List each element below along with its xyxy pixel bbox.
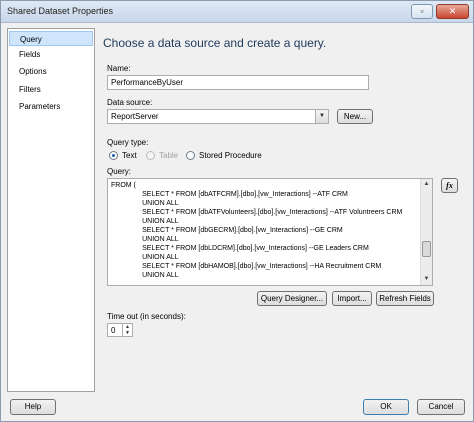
scrollbar-thumb[interactable]	[422, 241, 431, 257]
query-line: SELECT * FROM [dbATFCRM].[dbo].[vw_Inter…	[111, 191, 348, 198]
import-button[interactable]: Import...	[332, 291, 372, 306]
query-line: UNION ALL	[111, 218, 179, 225]
query-line: SELECT * FROM [dbGECRM].[dbo].[vw_Intera…	[111, 227, 343, 234]
sidebar-item-query[interactable]: Query	[9, 31, 93, 46]
expression-button[interactable]: fx	[441, 178, 458, 193]
scroll-up-icon[interactable]: ▲	[421, 179, 432, 190]
query-type-text-radio[interactable]	[109, 151, 118, 160]
ok-button[interactable]: OK	[363, 399, 409, 415]
help-button[interactable]: Help	[10, 399, 56, 415]
maximize-icon: ▫	[420, 6, 424, 16]
query-designer-button[interactable]: Query Designer...	[257, 291, 327, 306]
query-type-text-label[interactable]: Text	[122, 151, 137, 160]
dialog-window: Shared Dataset Properties ▫ ✕ Query Fiel…	[0, 0, 474, 422]
title-bar: Shared Dataset Properties ▫ ✕	[1, 1, 473, 23]
new-data-source-button[interactable]: New...	[337, 109, 373, 124]
query-type-label: Query type:	[107, 138, 149, 147]
query-line: UNION ALL	[111, 236, 179, 243]
cancel-button[interactable]: Cancel	[417, 399, 465, 415]
query-type-stored-procedure-label[interactable]: Stored Procedure	[199, 151, 262, 160]
close-button[interactable]: ✕	[436, 4, 469, 19]
page-heading: Choose a data source and create a query.	[103, 36, 327, 50]
timeout-stepper[interactable]: 0 ▲ ▼	[107, 323, 133, 337]
timeout-label: Time out (in seconds):	[107, 312, 186, 321]
name-field[interactable]: PerformanceByUser	[107, 75, 369, 90]
query-type-table-radio	[146, 151, 155, 160]
sidebar-item-filters[interactable]: Filters	[9, 82, 93, 97]
chevron-down-icon[interactable]: ▼	[315, 110, 328, 123]
query-line: FROM (	[111, 182, 136, 189]
name-label: Name:	[107, 64, 131, 73]
query-type-table-label: Table	[159, 151, 179, 160]
data-source-label: Data source:	[107, 98, 153, 107]
query-line: UNION ALL	[111, 200, 179, 207]
query-type-stored-procedure-radio[interactable]	[186, 151, 195, 160]
sidebar-item-options[interactable]: Options	[9, 64, 93, 79]
query-line: SELECT * FROM [dbLDCRM].[dbo].[vw_Intera…	[111, 245, 369, 252]
data-source-value: ReportServer	[111, 112, 159, 121]
sidebar-item-fields[interactable]: Fields	[9, 47, 93, 62]
query-line: UNION ALL	[111, 272, 179, 279]
maximize-button[interactable]: ▫	[411, 4, 433, 19]
close-icon: ✕	[448, 6, 457, 16]
fx-icon: fx	[446, 181, 453, 190]
query-scrollbar[interactable]: ▲ ▼	[420, 179, 432, 285]
spin-down-icon[interactable]: ▼	[123, 330, 132, 336]
window-title: Shared Dataset Properties	[7, 6, 114, 16]
sidebar-nav: Query Fields Options Filters Parameters	[7, 28, 95, 392]
timeout-value: 0	[111, 326, 116, 335]
query-line: SELECT * FROM [dbHAMOB].[dbo].[vw_Intera…	[111, 263, 382, 270]
spin-buttons[interactable]: ▲ ▼	[122, 324, 132, 336]
refresh-fields-button[interactable]: Refresh Fields	[376, 291, 434, 306]
sidebar-item-parameters[interactable]: Parameters	[9, 99, 93, 114]
query-panel: Choose a data source and create a query.…	[97, 28, 469, 392]
scroll-down-icon[interactable]: ▼	[421, 274, 432, 285]
data-source-select[interactable]: ReportServer ▼	[107, 109, 329, 124]
query-label: Query:	[107, 167, 132, 176]
query-textarea[interactable]: FROM ( SELECT * FROM [dbATFCRM].[dbo].[v…	[107, 178, 433, 286]
query-line: UNION ALL	[111, 254, 179, 261]
query-line: SELECT * FROM [dbATFVolunteers].[dbo].[v…	[111, 209, 403, 216]
